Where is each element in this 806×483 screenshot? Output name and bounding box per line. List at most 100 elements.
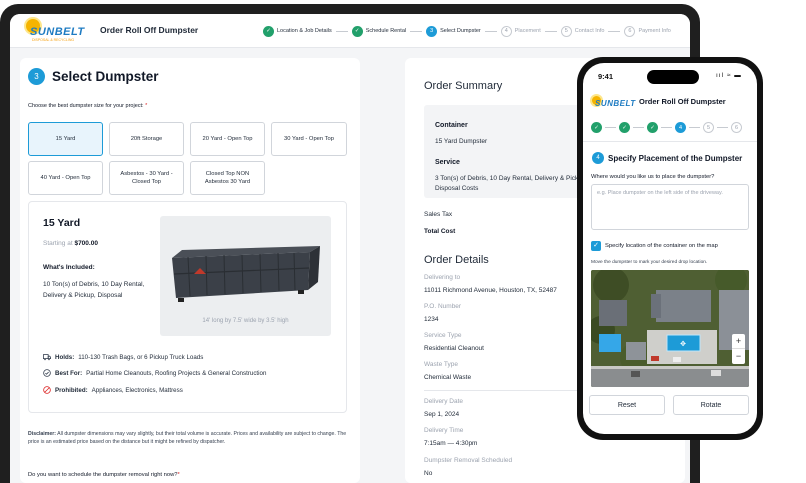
check-icon[interactable]: ✓ bbox=[591, 122, 602, 133]
zoom-in-button[interactable]: + bbox=[732, 334, 745, 349]
step-location[interactable]: ✓ Location & Job Details bbox=[263, 25, 332, 37]
divider bbox=[583, 141, 757, 142]
progress-stepper: ✓ Location & Job Details ✓ Schedule Rental… bbox=[263, 24, 671, 38]
brand-name: SUNBELT bbox=[595, 99, 636, 108]
option-15-yard[interactable]: 15 Yard bbox=[28, 122, 103, 156]
divider bbox=[424, 390, 584, 391]
dimensions-caption: 14' long by 7.5' wide by 3.5' high bbox=[202, 318, 289, 324]
svg-text:✥: ✥ bbox=[680, 340, 686, 348]
placement-question: Where would you like us to place the dum… bbox=[591, 174, 715, 180]
truck-icon bbox=[43, 354, 51, 361]
phone-app-title: Order Roll Off Dumpster bbox=[639, 97, 726, 106]
delivering-to-label: Delivering to bbox=[424, 274, 461, 281]
total-cost-label: Total Cost bbox=[424, 228, 456, 235]
schedule-removal-question: Do you want to schedule the dumpster rem… bbox=[28, 472, 180, 478]
reset-button[interactable]: Reset bbox=[589, 395, 665, 415]
status-time: 9:41 bbox=[598, 72, 614, 81]
holds-row: Holds: 110-130 Trash Bags, or 6 Pickup Tr… bbox=[43, 353, 203, 361]
step-payment[interactable]: 6 Payment Info bbox=[624, 25, 671, 37]
map-note: Move the dumpster to mark your desired d… bbox=[591, 260, 708, 265]
phone-screen: 9:41 ııl ≈ ▬ SUNBELT Order Roll Off Dump… bbox=[583, 63, 757, 434]
phone-frame: 9:41 ııl ≈ ▬ SUNBELT Order Roll Off Dump… bbox=[577, 57, 763, 440]
option-20ft-storage[interactable]: 20ft Storage bbox=[109, 122, 184, 156]
delivery-time-label: Delivery Time bbox=[424, 427, 464, 434]
prohibited-icon bbox=[43, 386, 51, 394]
step-schedule[interactable]: ✓ Schedule Rental bbox=[351, 25, 406, 37]
dumpster-detail-panel: 15 Yard Starting at $700.00 What's Inclu… bbox=[28, 201, 347, 413]
section-number: 3 bbox=[28, 68, 45, 85]
step-number: 4 bbox=[500, 25, 512, 37]
dumpster-illustration bbox=[172, 246, 320, 302]
starting-price: Starting at $700.00 bbox=[43, 240, 98, 247]
delivery-time-value: 7:15am — 4:30pm bbox=[424, 440, 478, 447]
step-separator bbox=[605, 127, 616, 128]
step-number: 5 bbox=[560, 25, 572, 37]
brand-logo[interactable]: SUNBELT bbox=[592, 96, 636, 114]
status-icons: ııl ≈ ▬ bbox=[716, 72, 742, 79]
step-separator bbox=[717, 127, 728, 128]
placement-title: Specify Placement of the Dumpster bbox=[608, 154, 743, 163]
step-separator bbox=[633, 127, 644, 128]
step-separator bbox=[608, 30, 621, 32]
zoom-out-button[interactable]: − bbox=[732, 349, 745, 364]
removal-scheduled-label: Dumpster Removal Scheduled bbox=[424, 457, 513, 464]
removal-scheduled-value: No bbox=[424, 470, 433, 477]
step-contact[interactable]: 5 Contact Info bbox=[560, 25, 604, 37]
check-circle-icon bbox=[43, 369, 51, 377]
app-title: Order Roll Off Dumpster bbox=[100, 25, 199, 35]
prohibited-row: Prohibited: Appliances, Electronics, Matt… bbox=[43, 386, 183, 394]
delivering-to-value: 11011 Richmond Avenue, Houston, TX, 5248… bbox=[424, 287, 557, 294]
option-40-yard-open-top[interactable]: 40 Yard - Open Top bbox=[28, 161, 103, 195]
brand-logo[interactable]: SUNBELT DISPOSAL & RECYCLING bbox=[26, 19, 90, 43]
service-label: Service bbox=[435, 159, 460, 166]
delivery-date-value: Sep 1, 2024 bbox=[424, 411, 460, 418]
service-type-value: Residential Cleanout bbox=[424, 345, 484, 352]
map-imagery: ✥ bbox=[591, 270, 749, 387]
step-number[interactable]: 6 bbox=[731, 122, 742, 133]
step-separator bbox=[661, 127, 672, 128]
step-separator bbox=[544, 30, 557, 32]
price-value: $700.00 bbox=[74, 240, 98, 247]
waste-type-value: Chemical Waste bbox=[424, 374, 472, 381]
check-icon[interactable]: ✓ bbox=[619, 122, 630, 133]
rotate-button[interactable]: Rotate bbox=[673, 395, 749, 415]
zoom-control: + − bbox=[732, 334, 745, 364]
dumpster-image: 14' long by 7.5' wide by 3.5' high bbox=[160, 216, 331, 336]
section-number: 4 bbox=[592, 152, 604, 164]
step-number: 3 bbox=[426, 25, 438, 37]
step-separator bbox=[484, 30, 497, 32]
po-number-value: 1234 bbox=[424, 316, 439, 323]
map-location-checkbox[interactable]: ✓ bbox=[591, 241, 601, 251]
po-number-label: P.O. Number bbox=[424, 303, 462, 310]
required-mark: * bbox=[145, 103, 148, 109]
step-number[interactable]: 5 bbox=[703, 122, 714, 133]
service-type-label: Service Type bbox=[424, 332, 462, 339]
order-summary-title: Order Summary bbox=[424, 80, 503, 92]
delivery-date-label: Delivery Date bbox=[424, 398, 464, 405]
checkbox-label: Specify location of the container on the… bbox=[605, 243, 718, 249]
section-title: Select Dumpster bbox=[52, 69, 159, 84]
check-icon: ✓ bbox=[263, 25, 274, 37]
sales-tax-label: Sales Tax bbox=[424, 211, 453, 218]
step-placement[interactable]: 4 Placement bbox=[500, 25, 541, 37]
size-prompt: Choose the best dumpster size for your p… bbox=[28, 103, 148, 109]
step-separator bbox=[410, 30, 423, 32]
option-closed-top-non-asbestos[interactable]: Closed Top NON Asbestos 30 Yard bbox=[190, 161, 265, 195]
brand-tagline: DISPOSAL & RECYCLING bbox=[32, 38, 75, 42]
check-icon[interactable]: ✓ bbox=[647, 122, 658, 133]
disclaimer: Disclaimer: All dumpster dimensions may … bbox=[28, 431, 347, 445]
placement-textarea[interactable]: e.g. Place dumpster on the left side of … bbox=[591, 184, 749, 230]
option-asbestos-30-yard[interactable]: Asbestos - 30 Yard - Closed Top bbox=[109, 161, 184, 195]
brand-name: SUNBELT bbox=[30, 26, 85, 38]
option-20-yard-open-top[interactable]: 20 Yard - Open Top bbox=[190, 122, 265, 156]
check-icon: ✓ bbox=[351, 25, 363, 37]
order-details-title: Order Details bbox=[424, 254, 489, 266]
step-number[interactable]: 4 bbox=[675, 122, 686, 133]
app-header: SUNBELT DISPOSAL & RECYCLING Order Roll … bbox=[10, 14, 690, 48]
included-text: 10 Ton(s) of Debris, 10 Day Rental, Deli… bbox=[43, 281, 145, 299]
best-for-row: Best For: Partial Home Cleanouts, Roofing… bbox=[43, 369, 266, 377]
step-select-dumpster[interactable]: 3 Select Dumpster bbox=[426, 25, 481, 37]
satellite-map[interactable]: ✥ + − bbox=[591, 270, 749, 387]
included-heading: What's Included: bbox=[43, 264, 95, 271]
option-30-yard-open-top[interactable]: 30 Yard - Open Top bbox=[271, 122, 347, 156]
